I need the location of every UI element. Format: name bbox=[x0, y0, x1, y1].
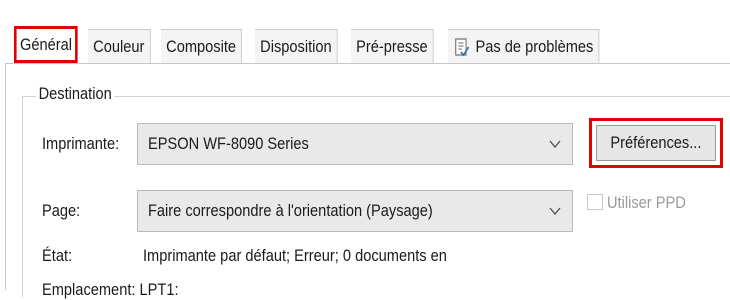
tab-general-label: Général bbox=[20, 34, 73, 54]
state-value: Imprimante par défaut; Erreur; 0 documen… bbox=[143, 246, 447, 265]
printer-select[interactable]: EPSON WF-8090 Series bbox=[137, 123, 573, 165]
tab-pas-de-problemes-label: Pas de problèmes bbox=[475, 36, 593, 56]
page-label: Page: bbox=[42, 201, 81, 220]
tab-composite-label: Composite bbox=[166, 36, 237, 56]
preferences-highlight: Préférences... bbox=[589, 118, 723, 168]
printer-label: Imprimante: bbox=[42, 134, 120, 153]
location-row-partial: Emplacement: LPT1: bbox=[42, 280, 179, 299]
use-ppd-label: Utiliser PPD bbox=[607, 193, 686, 212]
chevron-down-icon bbox=[549, 140, 561, 149]
tab-disposition-label: Disposition bbox=[260, 36, 332, 56]
printer-select-value: EPSON WF-8090 Series bbox=[148, 134, 309, 153]
tab-row: Général Couleur Composite Disposition Pr… bbox=[14, 26, 624, 63]
preferences-button-label: Préférences... bbox=[610, 133, 702, 152]
page-select-value: Faire correspondre à l'orientation (Pays… bbox=[148, 201, 433, 220]
destination-group-label: Destination bbox=[36, 84, 115, 104]
state-label: État: bbox=[42, 246, 73, 265]
tab-couleur[interactable]: Couleur bbox=[88, 29, 151, 63]
tab-couleur-label: Couleur bbox=[93, 36, 145, 56]
tab-disposition[interactable]: Disposition bbox=[255, 29, 338, 63]
tab-pre-presse[interactable]: Pré-presse bbox=[351, 29, 435, 63]
tab-general[interactable]: Général bbox=[14, 26, 79, 63]
tab-strip: Général Couleur Composite Disposition Pr… bbox=[0, 0, 730, 64]
checklist-icon bbox=[454, 37, 469, 56]
preferences-button[interactable]: Préférences... bbox=[596, 125, 716, 161]
tab-pre-presse-label: Pré-presse bbox=[356, 36, 429, 56]
tab-composite[interactable]: Composite bbox=[161, 29, 243, 63]
chevron-down-icon bbox=[549, 207, 561, 216]
page-select[interactable]: Faire correspondre à l'orientation (Pays… bbox=[137, 190, 573, 232]
use-ppd-checkbox[interactable] bbox=[587, 194, 603, 210]
tab-pas-de-problemes[interactable]: Pas de problèmes bbox=[447, 29, 599, 63]
